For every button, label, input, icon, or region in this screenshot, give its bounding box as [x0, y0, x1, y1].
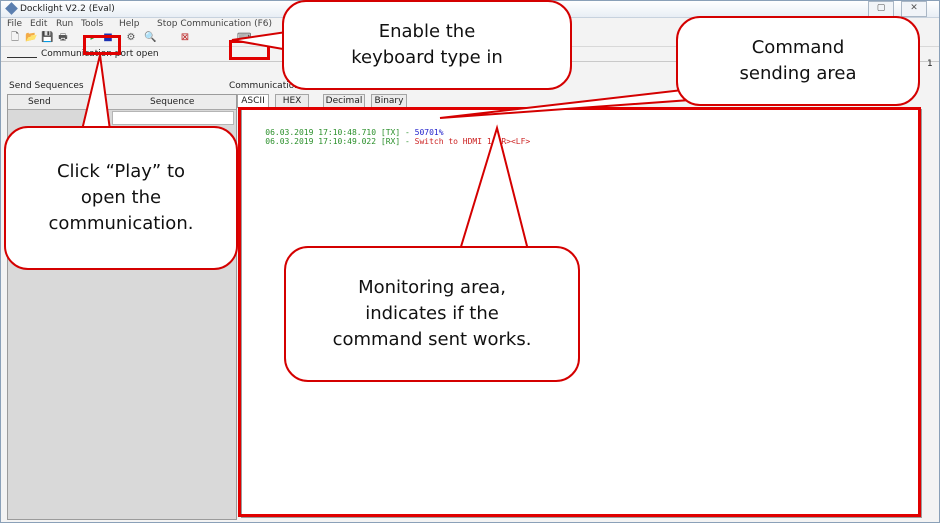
monitor-arrow: [458, 124, 530, 251]
callout-keyboard-text: Enable the keyboard type in: [351, 21, 503, 68]
command-arrow: [439, 86, 703, 119]
callout-play: Click “Play” to open the communication.: [4, 126, 238, 270]
callout-command-text: Command sending area: [739, 37, 857, 84]
callout-monitor: Monitoring area, indicates if the comman…: [284, 246, 580, 382]
callout-command: Command sending area: [676, 16, 920, 106]
callout-keyboard: Enable the keyboard type in: [282, 0, 572, 90]
play-arrow: [80, 54, 112, 131]
callout-play-text: Click “Play” to open the communication.: [48, 161, 194, 234]
callout-monitor-text: Monitoring area, indicates if the comman…: [332, 277, 532, 350]
